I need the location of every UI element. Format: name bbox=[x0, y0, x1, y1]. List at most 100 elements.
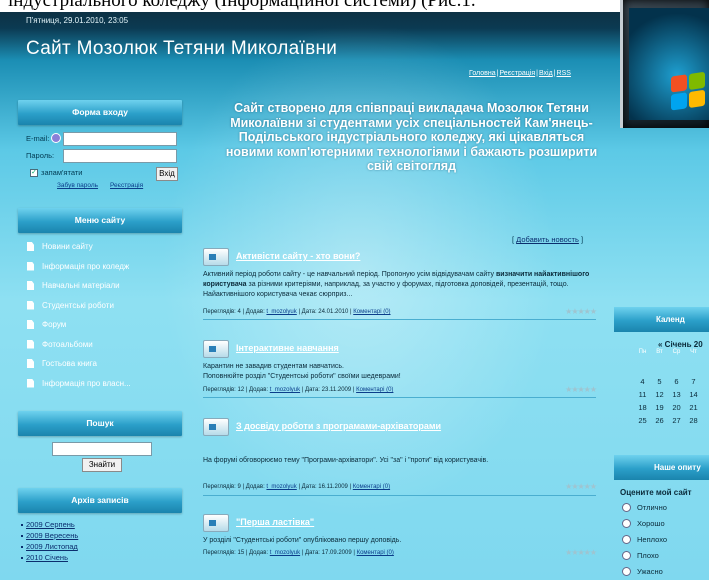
calendar-day[interactable]: 21 bbox=[685, 401, 702, 414]
post-divider bbox=[203, 397, 596, 398]
post-author-link[interactable]: t_mozolyuk bbox=[266, 309, 296, 315]
calendar-day[interactable]: 4 bbox=[634, 375, 651, 388]
email-icon bbox=[51, 133, 61, 143]
menu-item-student-works[interactable]: Студентські роботи bbox=[0, 296, 195, 316]
post-title[interactable]: "Перша ластівка" bbox=[236, 517, 314, 527]
login-submit-button[interactable]: Вхід bbox=[156, 167, 178, 181]
news-icon bbox=[203, 248, 229, 266]
windows-logo-icon bbox=[671, 71, 707, 112]
rating-stars-icon[interactable]: ★★★★★ bbox=[565, 385, 597, 394]
post-title[interactable]: Активісти сайту - хто вони? bbox=[236, 251, 360, 261]
calendar-day[interactable]: 25 bbox=[634, 414, 651, 427]
login-title: Форма входу bbox=[18, 100, 182, 125]
poll-option-label: Отлично bbox=[637, 503, 667, 512]
archive-item[interactable]: 2009 Вересень bbox=[0, 530, 195, 541]
archive-title: Архів записів bbox=[18, 488, 182, 513]
calendar-day[interactable]: 6 bbox=[668, 375, 685, 388]
poll-option-radio[interactable] bbox=[622, 567, 631, 576]
monitor-illustration bbox=[620, 0, 709, 128]
calendar-day[interactable]: 26 bbox=[651, 414, 668, 427]
calendar-day[interactable]: 7 bbox=[685, 375, 702, 388]
calendar-title: Календ bbox=[614, 307, 709, 332]
post-meta: Переглядів: 9 | Додав: t_mozolyuk | Дата… bbox=[203, 484, 391, 490]
calendar-day[interactable]: 18 bbox=[634, 401, 651, 414]
menu-item-college-info[interactable]: Інформація про коледж bbox=[0, 257, 195, 277]
post-4: "Перша ластівка" У розділі "Студентські … bbox=[203, 514, 597, 574]
rating-stars-icon[interactable]: ★★★★★ bbox=[565, 307, 597, 316]
menu-list: Новини сайту Інформація про коледж Навча… bbox=[0, 237, 195, 393]
poll-option-label: Плохо bbox=[637, 551, 659, 560]
archive-item[interactable]: 2010 Січень bbox=[0, 552, 195, 563]
archive-list: 2009 Серпень 2009 Вересень 2009 Листопад… bbox=[0, 519, 195, 563]
post-comments-link[interactable]: Коментарі (0) bbox=[353, 309, 390, 315]
poll-option-radio[interactable] bbox=[622, 519, 631, 528]
post-comments-link[interactable]: Коментарі (0) bbox=[356, 387, 393, 393]
poll-option-label: Хорошо bbox=[637, 519, 665, 528]
add-news-link[interactable]: Добавить новость bbox=[516, 235, 579, 244]
menu-item-photo-albums[interactable]: Фотоальбоми bbox=[0, 335, 195, 355]
menu-item-news[interactable]: Новини сайту bbox=[0, 237, 195, 257]
poll-title: Наше опиту bbox=[614, 455, 709, 480]
menu-item-guestbook[interactable]: Гостьова книга bbox=[0, 354, 195, 374]
calendar-day[interactable]: 19 bbox=[651, 401, 668, 414]
news-icon bbox=[203, 514, 229, 532]
search-button[interactable]: Знайти bbox=[82, 458, 122, 472]
calendar-grid: Пн Вт Ср Чт 4567 11 12 13 14 18 19 20 21 25 26 27 28 bbox=[634, 349, 702, 427]
menu-item-owner-info[interactable]: Інформація про власн... bbox=[0, 374, 195, 394]
post-comments-link[interactable]: Коментарі (0) bbox=[357, 550, 394, 556]
search-title: Пошук bbox=[18, 411, 182, 436]
calendar-day[interactable]: 12 bbox=[651, 388, 668, 401]
nav-link-register[interactable]: Реєстрація bbox=[499, 70, 535, 77]
poll-block: Наше опиту Оцените мой сайт Отлично Хоро… bbox=[614, 455, 709, 580]
post-body: У розділі "Студентські роботи" опубліков… bbox=[203, 537, 402, 544]
calendar-month[interactable]: « Січень 20 bbox=[614, 332, 709, 349]
calendar-day[interactable]: 14 bbox=[685, 388, 702, 401]
site-title: Сайт Мозолюк Тетяни Миколаївни bbox=[26, 38, 338, 59]
remember-checkbox[interactable]: ✓ bbox=[30, 169, 38, 177]
post-meta: Переглядів: 4 | Додав: t_mozolyuk | Дата… bbox=[203, 309, 391, 315]
menu-item-materials[interactable]: Навчальні матеріали bbox=[0, 276, 195, 296]
menu-title: Меню сайту bbox=[18, 208, 182, 233]
post-title[interactable]: Інтерактивне навчання bbox=[236, 343, 339, 353]
password-input[interactable] bbox=[63, 149, 177, 163]
news-icon bbox=[203, 418, 229, 436]
post-author-link[interactable]: t_mozolyuk bbox=[266, 484, 296, 490]
calendar-day[interactable]: 11 bbox=[634, 388, 651, 401]
menu-item-forum[interactable]: Форум bbox=[0, 315, 195, 335]
poll-option-radio[interactable] bbox=[622, 551, 631, 560]
rating-stars-icon[interactable]: ★★★★★ bbox=[565, 482, 597, 491]
hero-text: Сайт створено для співпраці викладача Мо… bbox=[225, 101, 598, 173]
nav-link-login[interactable]: Вхід bbox=[539, 70, 553, 77]
search-input[interactable] bbox=[52, 442, 152, 456]
nav-link-home[interactable]: Головна bbox=[469, 70, 496, 77]
register-link[interactable]: Реєстрація bbox=[110, 182, 143, 189]
calendar-block: Календ « Січень 20 Пн Вт Ср Чт 4567 11 12 13 1… bbox=[614, 307, 709, 427]
post-body: На форумі обговорюємо тему "Програми-арх… bbox=[203, 457, 489, 464]
forgot-password-link[interactable]: Забув пароль bbox=[57, 182, 98, 189]
add-news: [ Добавить новость ] bbox=[512, 235, 584, 244]
post-meta: Переглядів: 15 | Додав: t_mozolyuk | Дат… bbox=[203, 550, 394, 556]
header-date: П'ятниця, 29.01.2010, 23:05 bbox=[26, 16, 129, 25]
poll-option-label: Ужасно bbox=[637, 567, 663, 576]
rating-stars-icon[interactable]: ★★★★★ bbox=[565, 548, 597, 557]
calendar-day[interactable]: 28 bbox=[685, 414, 702, 427]
post-comments-link[interactable]: Коментарі (0) bbox=[353, 484, 390, 490]
calendar-day[interactable]: 13 bbox=[668, 388, 685, 401]
archive-item[interactable]: 2009 Листопад bbox=[0, 541, 195, 552]
archive-item[interactable]: 2009 Серпень bbox=[0, 519, 195, 530]
nav-link-rss[interactable]: RSS bbox=[557, 70, 571, 77]
post-author-link[interactable]: t_mozolyuk bbox=[270, 387, 300, 393]
post-author-link[interactable]: t_mozolyuk bbox=[270, 550, 300, 556]
post-1: Активісти сайту - хто вони? Активний пер… bbox=[203, 248, 597, 320]
poll-option-radio[interactable] bbox=[622, 535, 631, 544]
calendar-day[interactable]: 20 bbox=[668, 401, 685, 414]
calendar-day[interactable]: 5 bbox=[651, 375, 668, 388]
calendar-day[interactable]: 27 bbox=[668, 414, 685, 427]
post-title[interactable]: З досвіду роботи з програмами-архіватора… bbox=[236, 421, 441, 431]
poll-option-label: Неплохо bbox=[637, 535, 668, 544]
email-input[interactable] bbox=[63, 132, 177, 146]
post-body: Карантин не завадив студентам навчатись.… bbox=[203, 363, 401, 380]
news-icon bbox=[203, 340, 229, 358]
clipped-page-caption: індустріального коледжу (Інформаційної с… bbox=[0, 0, 709, 12]
poll-option-radio[interactable] bbox=[622, 503, 631, 512]
